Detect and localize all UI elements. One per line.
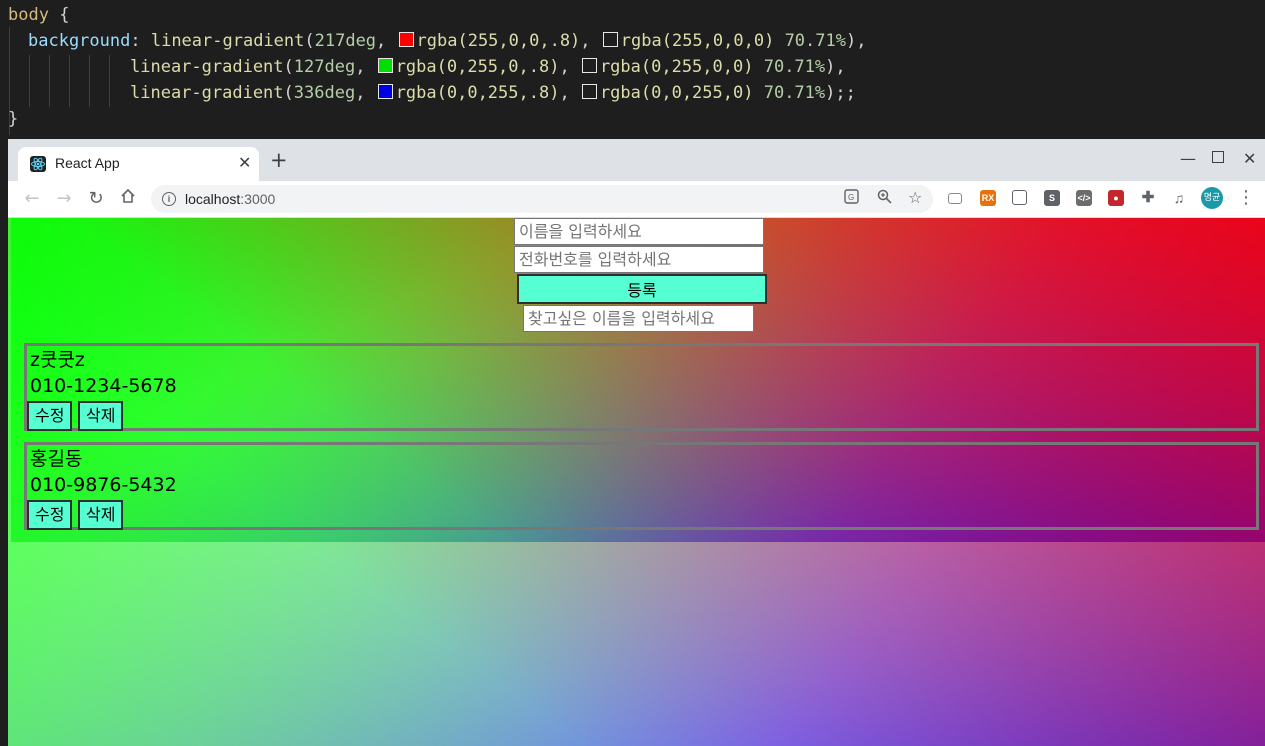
maximize-icon[interactable] [1212, 151, 1224, 163]
code-line-3: linear-gradient(336deg, rgba(0,0,255,.8)… [130, 83, 856, 103]
color-swatch-green[interactable] [377, 58, 393, 73]
color-swatch-transparent[interactable] [602, 32, 618, 47]
profile-avatar[interactable]: 명균 [1201, 187, 1223, 209]
code-line-2: linear-gradient(127deg, rgba(0,255,0,.8)… [130, 57, 846, 77]
contact-name: z쿳쿳z [30, 349, 85, 371]
search-name-input[interactable] [523, 305, 754, 332]
address-bar[interactable]: i localhost:3000 G ☆ [151, 185, 933, 213]
new-tab-icon[interactable]: + [270, 150, 288, 171]
url-text: localhost:3000 [185, 191, 276, 207]
contact-phone: 010-9876-5432 [30, 474, 177, 496]
color-swatch-transparent[interactable] [581, 58, 597, 73]
info-icon[interactable]: i [162, 192, 176, 206]
forward-arrow-icon[interactable]: → [53, 188, 75, 209]
react-logo-icon [30, 156, 46, 172]
minimize-icon[interactable]: — [1180, 149, 1196, 168]
color-swatch-transparent[interactable] [581, 84, 597, 99]
reload-icon[interactable]: ↻ [85, 188, 107, 209]
code-editor: body { background: linear-gradient(217de… [0, 0, 1265, 136]
code-line-1: background: linear-gradient(217deg, rgba… [28, 31, 867, 51]
back-arrow-icon[interactable]: ← [21, 188, 43, 209]
contact-phone: 010-1234-5678 [30, 375, 177, 397]
s-extension-icon[interactable]: S [1044, 190, 1060, 206]
tab-strip: React App ✕ + — ✕ [8, 139, 1265, 181]
name-input[interactable] [514, 218, 764, 245]
phone-input[interactable] [514, 246, 764, 273]
screen-extension-icon[interactable] [948, 193, 962, 204]
close-window-icon[interactable]: ✕ [1243, 149, 1256, 168]
translate-icon[interactable]: G [844, 189, 859, 208]
window-extension-icon[interactable] [1012, 190, 1027, 205]
app-body: 등록 z쿳쿳z 010-1234-5678 수정 삭제 홍길동 010-9876… [11, 218, 1265, 542]
bookmark-star-icon[interactable]: ☆ [908, 188, 922, 207]
edit-button[interactable]: 수정 [27, 500, 73, 530]
register-button[interactable]: 등록 [517, 274, 767, 304]
contact-name: 홍길동 [30, 448, 83, 470]
rx-extension-icon[interactable]: RX [980, 190, 996, 206]
edit-button[interactable]: 수정 [27, 401, 73, 431]
color-swatch-red[interactable] [398, 32, 414, 47]
browser-toolbar: ← → ↻ i localhost:3000 G ☆ RX S </> ● ✚ … [8, 181, 1265, 218]
browser-window: React App ✕ + — ✕ ← → ↻ i localhost:3000… [8, 139, 1265, 746]
media-control-icon[interactable]: ♫ [1171, 190, 1187, 206]
delete-button[interactable]: 삭제 [78, 401, 124, 431]
menu-kebab-icon[interactable]: ⋮ [1237, 187, 1255, 208]
close-tab-icon[interactable]: ✕ [238, 153, 251, 172]
contact-card: 홍길동 010-9876-5432 수정 삭제 [24, 442, 1259, 530]
contact-card: z쿳쿳z 010-1234-5678 수정 삭제 [24, 343, 1259, 431]
page-viewport: 등록 z쿳쿳z 010-1234-5678 수정 삭제 홍길동 010-9876… [8, 218, 1265, 746]
color-swatch-blue[interactable] [377, 84, 393, 99]
tab-title: React App [55, 155, 120, 171]
zoom-icon[interactable] [877, 189, 892, 208]
delete-button[interactable]: 삭제 [78, 500, 124, 530]
code-line-selector: body { [8, 5, 70, 25]
tab-react-app[interactable]: React App ✕ [18, 147, 259, 181]
octopus-extension-icon[interactable]: ● [1108, 190, 1124, 206]
code-line-close: } [8, 109, 19, 129]
code-extension-icon[interactable]: </> [1076, 190, 1092, 206]
svg-text:G: G [848, 193, 854, 202]
home-icon[interactable] [117, 188, 139, 209]
puzzle-extensions-icon[interactable]: ✚ [1140, 190, 1156, 206]
